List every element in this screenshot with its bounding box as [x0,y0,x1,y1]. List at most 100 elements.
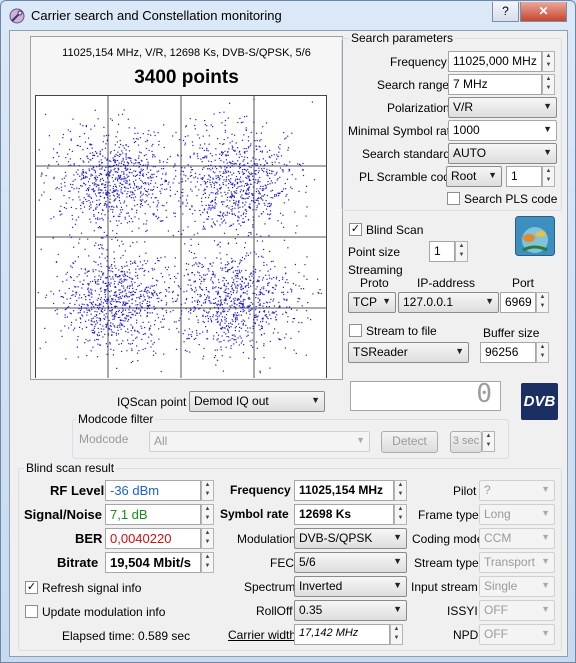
fec-label: FEC [270,556,294,570]
chevron-down-icon: ▼ [311,395,320,405]
chevron-down-icon: ▼ [543,147,552,157]
search-standard-value: AUTO [453,146,487,160]
frequency-spinner[interactable]: ▲ ▼ [542,51,555,72]
min-symbol-rate-label: Minimal Symbol rate [348,124,457,138]
dvb-logo: DVB [521,383,558,420]
input-stream-select[interactable]: Single ▼ [479,576,555,597]
update-modulation-checkbox[interactable] [25,605,38,618]
modulation-value: DVB-S/QPSK [299,531,373,545]
help-button[interactable]: ? [492,2,519,22]
title-bar: Carrier search and Constellation monitor… [1,1,575,31]
min-symbol-rate-value: 1000 [453,123,480,137]
chevron-down-icon: ▼ [541,628,550,638]
iq-counter-display: 0 [350,381,501,411]
pilot-label: Pilot [453,484,477,498]
modulation-label: Modulation [237,532,296,546]
rolloff-select[interactable]: 0.35 ▼ [294,600,407,621]
chevron-down-icon: ▼ [393,580,402,590]
search-range-label: Search range [377,78,450,92]
stream-type-label: Stream type [414,556,479,570]
bitrate-label: Bitrate [57,555,99,570]
chevron-down-icon: ▼ [356,435,365,445]
frame-type-select[interactable]: Long ▼ [479,504,555,525]
pilot-select[interactable]: ? ▼ [479,480,555,501]
frequency-label: Frequency [390,55,447,69]
npd-select[interactable]: OFF ▼ [479,624,555,645]
elapsed-time: Elapsed time: 0.589 sec [62,629,191,643]
polarization-select[interactable]: V/R ▼ [448,97,557,118]
issyi-select[interactable]: OFF ▼ [479,600,555,621]
result-frequency-spinner[interactable]: ▲ ▼ [394,480,407,501]
blind-scan-checkbox[interactable]: ✓ [349,223,362,236]
modcode-select[interactable]: All ▼ [149,431,370,452]
ip-address-label: IP-address [417,276,476,290]
proto-value: TCP [353,295,377,309]
ber-value: 0,0040220 [105,528,201,549]
stream-to-file-checkbox[interactable] [349,324,362,337]
modcode-value: All [154,434,168,448]
iqscan-point-value: Demod IQ out [194,394,269,408]
pl-scramble-spinner[interactable]: ▲ ▼ [542,166,555,187]
carrier-width-spinner[interactable]: ▲ ▼ [390,624,403,645]
refresh-signal-checkbox[interactable]: ✓ [25,581,38,594]
refresh-signal-label: Refresh signal info [42,581,142,595]
symbol-rate-spinner[interactable]: ▲ ▼ [394,504,407,525]
pilot-value: ? [484,483,491,497]
port-spinner[interactable]: ▲ ▼ [536,292,549,313]
signal-noise-label: Signal/Noise [24,507,103,522]
signal-noise-spinner[interactable]: ▲ ▼ [201,504,214,525]
reader-select[interactable]: TSReader ▼ [348,342,469,363]
ip-address-select[interactable]: 127.0.0.1 ▼ [398,292,499,313]
issyi-label: ISSYI [447,604,478,618]
fec-select[interactable]: 5/6 ▼ [294,552,407,573]
port-input[interactable]: 6969 [500,292,536,313]
search-standard-label: Search standard [362,147,451,161]
search-standard-select[interactable]: AUTO ▼ [448,143,557,164]
stream-type-select[interactable]: Transport ▼ [479,552,555,573]
spectrum-label: Spectrum [244,580,296,594]
help-glyph: ? [502,4,509,18]
buffer-size-input[interactable]: 96256 [480,342,536,363]
point-size-spinner[interactable]: ▲ ▼ [455,241,468,262]
modcode-filter-title: Modcode filter [76,412,156,426]
point-size-input[interactable]: 1 [429,241,455,262]
pl-scramble-mode-select[interactable]: Root ▼ [446,166,502,187]
coding-mode-value: CCM [484,531,512,545]
result-frequency-value: 11025,154 MHz [294,480,394,501]
buffer-size-spinner[interactable]: ▲ ▼ [536,342,549,363]
detect-interval-field[interactable]: 3 sec [450,431,482,453]
ber-spinner[interactable]: ▲ ▼ [201,528,214,549]
detect-interval-spinner[interactable]: ▲ ▼ [482,431,495,452]
detect-button[interactable]: Detect [381,431,438,453]
search-parameters-title: Search parameters [349,31,456,45]
spectrum-select[interactable]: Inverted ▼ [294,576,407,597]
bitrate-spinner[interactable]: ▲ ▼ [201,552,214,573]
modulation-select[interactable]: DVB-S/QPSK ▼ [294,528,407,549]
point-size-label: Point size [348,245,401,259]
points-count-label: 3400 points [134,67,239,88]
rf-level-value: -36 dBm [105,480,201,501]
carrier-width-value: 17,142 MHz [294,624,390,645]
constellation-panel: 11025,154 MHz, V/R, 12698 Ks, DVB-S/QPSK… [30,36,343,380]
iqscan-point-select[interactable]: Demod IQ out ▼ [189,391,325,412]
search-pls-checkbox[interactable] [447,192,460,205]
symbol-rate-label: Symbol rate [220,507,289,521]
search-range-spinner[interactable]: ▲ ▼ [542,74,555,95]
carrier-width-label[interactable]: Carrier width [228,628,296,642]
constellation-header: 11025,154 MHz, V/R, 12698 Ks, DVB-S/QPSK… [62,47,311,59]
search-range-input[interactable]: 7 MHz [448,74,542,95]
pl-scramble-code-input[interactable]: 1 [506,166,542,187]
chevron-down-icon: ▼ [393,532,402,542]
chevron-down-icon: ▼ [393,556,402,566]
constellation-plot [35,95,327,378]
chevron-down-icon: ▼ [488,170,497,180]
port-label: Port [512,276,535,290]
close-button[interactable]: ✕ [520,2,567,22]
proto-label: Proto [360,276,389,290]
min-symbol-rate-select[interactable]: 1000 ▼ [448,120,557,141]
rf-level-spinner[interactable]: ▲ ▼ [201,480,214,501]
proto-select[interactable]: TCP ▼ [348,292,396,313]
coding-mode-select[interactable]: CCM ▼ [479,528,555,549]
frame-type-label: Frame type [418,508,479,522]
frequency-input[interactable]: 11025,000 MHz [448,51,542,72]
